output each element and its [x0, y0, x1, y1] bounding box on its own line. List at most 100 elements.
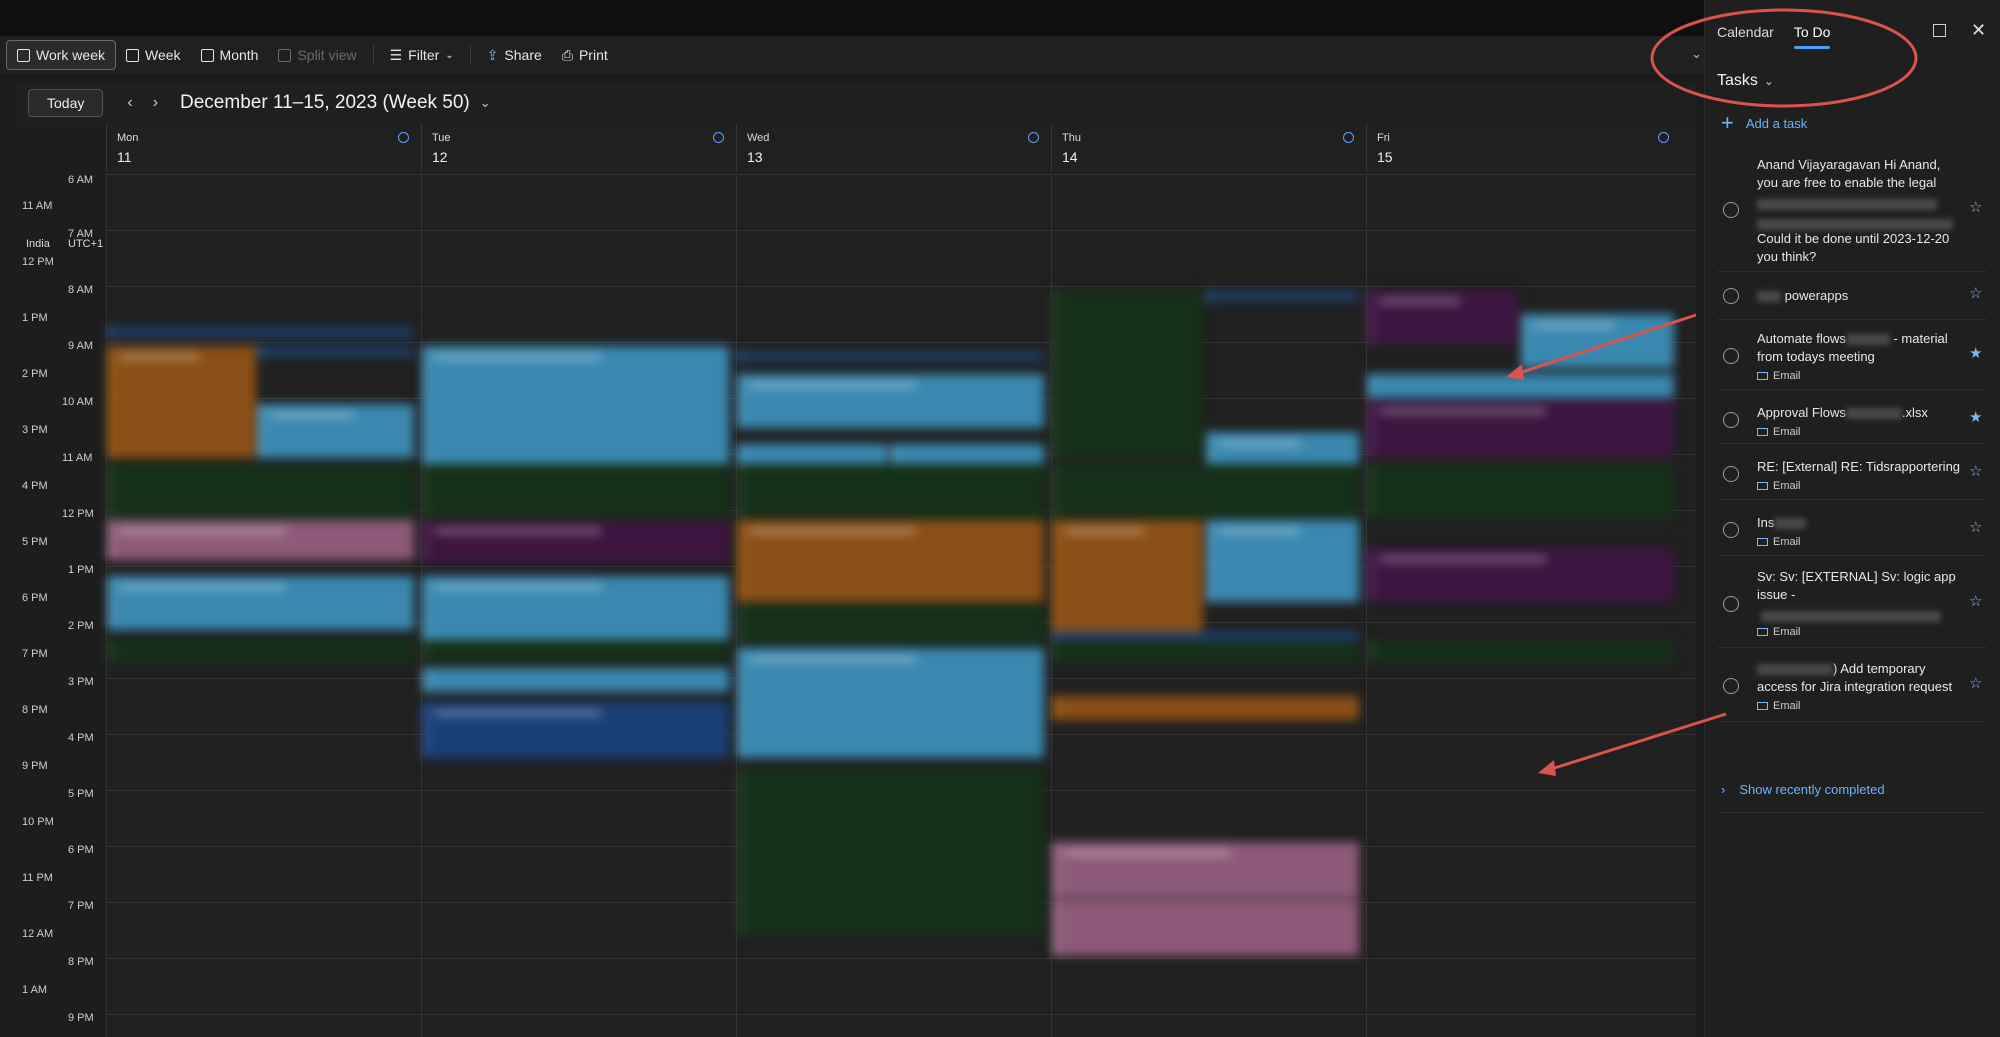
print-button[interactable]: ⎙ Print	[552, 41, 618, 69]
week-button[interactable]: Week	[116, 41, 191, 69]
complete-task-checkbox[interactable]	[1723, 348, 1739, 364]
task-item[interactable]: Sv: Sv: [EXTERNAL] Sv: logic app issue -…	[1717, 556, 1987, 648]
star-icon[interactable]: ☆	[1969, 592, 1982, 610]
calendar-event[interactable]	[1053, 900, 1359, 956]
complete-task-checkbox[interactable]	[1723, 678, 1739, 694]
timezone-primary: India	[26, 238, 50, 250]
calendar-event[interactable]	[1053, 290, 1203, 458]
tasks-list-selector[interactable]: Tasks ⌄	[1717, 72, 1774, 90]
calendar-grid[interactable]	[106, 174, 1696, 1037]
time-label: 12 PM	[22, 256, 54, 268]
month-button[interactable]: Month	[191, 41, 269, 69]
envelope-icon	[1757, 482, 1768, 490]
calendar-event[interactable]	[1053, 696, 1359, 720]
star-icon[interactable]: ☆	[1969, 674, 1982, 692]
month-label: Month	[219, 47, 259, 63]
calendar-event[interactable]	[738, 374, 1044, 428]
add-event-icon[interactable]	[398, 132, 409, 143]
day-header-thu[interactable]: Thu 14	[1051, 124, 1366, 172]
day-header-mon[interactable]: Mon 11	[106, 124, 421, 172]
calendar-event[interactable]	[1368, 640, 1674, 662]
calendar-event[interactable]	[108, 346, 256, 458]
calendar-event[interactable]	[423, 520, 729, 562]
calendar-event[interactable]	[738, 350, 1044, 362]
today-button[interactable]: Today	[28, 89, 104, 117]
chevron-down-icon[interactable]: ⌄	[480, 95, 491, 111]
time-label: 2 PM	[68, 620, 94, 632]
add-event-icon[interactable]	[1343, 132, 1354, 143]
close-icon[interactable]: ✕	[1971, 20, 1986, 41]
add-event-icon[interactable]	[1658, 132, 1669, 143]
calendar-event[interactable]	[1207, 520, 1359, 602]
day-header-fri[interactable]: Fri 15	[1366, 124, 1681, 172]
complete-task-checkbox[interactable]	[1723, 288, 1739, 304]
calendar-event[interactable]	[423, 640, 729, 662]
next-week-icon[interactable]: ›	[153, 94, 158, 112]
share-button[interactable]: ⇪ Share	[477, 41, 552, 69]
star-icon[interactable]: ☆	[1969, 462, 1982, 480]
add-event-icon[interactable]	[713, 132, 724, 143]
complete-task-checkbox[interactable]	[1723, 412, 1739, 428]
star-filled-icon[interactable]: ★	[1969, 408, 1982, 426]
calendar-event[interactable]	[1053, 842, 1359, 898]
calendar-event[interactable]	[108, 640, 414, 662]
star-icon[interactable]: ☆	[1969, 518, 1982, 536]
split-view-button[interactable]: Split view	[268, 41, 366, 69]
todo-panel: Calendar To Do ✕ Tasks ⌄ + Add a task Ana…	[1704, 0, 2000, 1037]
calendar-event[interactable]	[738, 648, 1044, 758]
star-icon[interactable]: ☆	[1969, 198, 1982, 216]
filter-button[interactable]: ☰ Filter ⌄	[380, 41, 464, 69]
calendar-event[interactable]	[423, 668, 729, 692]
calendar-event[interactable]	[423, 464, 729, 518]
task-item[interactable]: Anand Vijayaragavan Hi Anand, you are fr…	[1717, 148, 1987, 272]
calendar-event[interactable]	[1522, 314, 1674, 368]
calendar-event[interactable]	[738, 520, 1044, 602]
calendar-event[interactable]	[738, 604, 1044, 644]
task-item[interactable]: RE: [External] RE: Tidsrapportering Emai…	[1717, 444, 1987, 500]
calendar-event[interactable]	[1207, 290, 1359, 302]
complete-task-checkbox[interactable]	[1723, 466, 1739, 482]
date-range-title[interactable]: December 11–15, 2023 (Week 50)	[180, 92, 470, 114]
tab-calendar[interactable]: Calendar	[1717, 24, 1774, 40]
redacted-text	[1761, 608, 1941, 626]
calendar-event[interactable]	[108, 576, 414, 630]
work-week-button[interactable]: Work week	[6, 40, 116, 70]
collapse-ribbon-icon[interactable]: ⌄	[1691, 46, 1702, 62]
calendar-event[interactable]	[108, 464, 414, 518]
calendar-event[interactable]	[1368, 548, 1674, 602]
show-recently-completed-button[interactable]: › Show recently completed	[1721, 782, 1885, 797]
task-item[interactable]: Approval Flows .xlsx Email ★	[1717, 390, 1987, 444]
calendar-event[interactable]	[1368, 464, 1674, 518]
star-icon[interactable]: ☆	[1969, 284, 1982, 302]
task-item[interactable]: ) Add temporary access for Jira integrat…	[1717, 648, 1987, 722]
add-task-button[interactable]: + Add a task	[1721, 112, 1807, 134]
calendar-event[interactable]	[108, 520, 414, 560]
task-item[interactable]: Automate flows - material from todays me…	[1717, 320, 1987, 390]
complete-task-checkbox[interactable]	[1723, 522, 1739, 538]
expand-icon[interactable]	[1933, 24, 1946, 37]
calendar-event[interactable]	[1053, 520, 1203, 632]
calendar-event[interactable]	[423, 702, 729, 758]
day-header-tue[interactable]: Tue 12	[421, 124, 736, 172]
calendar-event[interactable]	[1053, 640, 1359, 662]
calendar-event[interactable]	[738, 768, 1044, 936]
calendar-event[interactable]	[1368, 400, 1674, 458]
calendar-event[interactable]	[1368, 374, 1674, 398]
calendar-event[interactable]	[1053, 464, 1359, 518]
tab-todo[interactable]: To Do	[1793, 24, 1830, 49]
chevron-down-icon: ⌄	[1763, 74, 1774, 88]
calendar-event[interactable]	[258, 346, 414, 358]
previous-week-icon[interactable]: ‹	[127, 94, 132, 112]
task-item[interactable]: powerapps ☆	[1717, 272, 1987, 320]
calendar-event[interactable]	[258, 404, 414, 458]
day-header-wed[interactable]: Wed 13	[736, 124, 1051, 172]
calendar-event[interactable]	[1368, 290, 1518, 344]
complete-task-checkbox[interactable]	[1723, 202, 1739, 218]
add-event-icon[interactable]	[1028, 132, 1039, 143]
calendar-event[interactable]	[108, 326, 414, 338]
complete-task-checkbox[interactable]	[1723, 596, 1739, 612]
task-item[interactable]: Ins Email ☆	[1717, 500, 1987, 556]
calendar-event[interactable]	[738, 464, 1044, 518]
star-filled-icon[interactable]: ★	[1969, 344, 1982, 362]
time-label: 2 PM	[22, 368, 48, 380]
